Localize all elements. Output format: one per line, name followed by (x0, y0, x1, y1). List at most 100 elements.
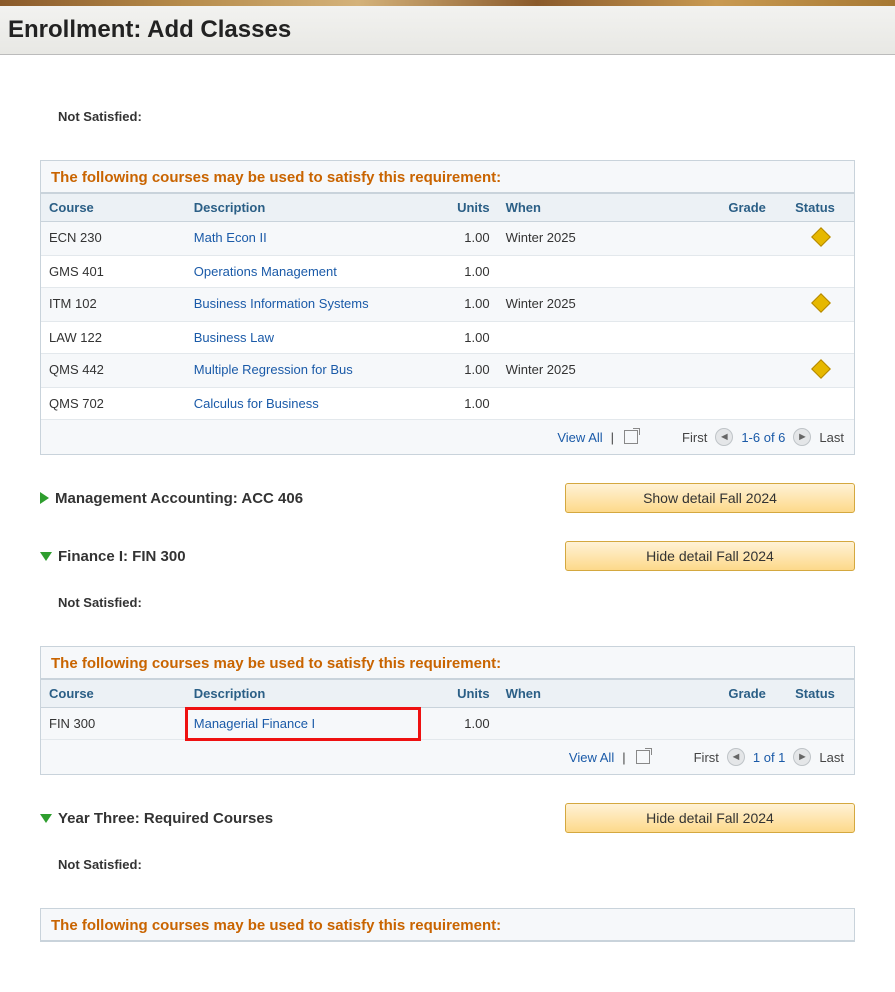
col-description: Description (186, 194, 420, 222)
course-description-link[interactable]: Managerial Finance I (194, 716, 315, 731)
pager-range: 1-6 of 6 (741, 430, 785, 445)
course-grade (720, 708, 787, 740)
course-description-link[interactable]: Multiple Regression for Bus (194, 362, 353, 377)
table-row: ECN 230Math Econ II1.00Winter 2025 (41, 222, 854, 256)
course-description-link[interactable]: Calculus for Business (194, 396, 319, 411)
toggle-detail-button[interactable]: Hide detail Fall 2024 (565, 803, 855, 833)
requirement-panel-header: The following courses may be used to sat… (41, 909, 854, 941)
col-units: Units (420, 680, 498, 708)
pager-next-icon[interactable]: ► (793, 748, 811, 766)
col-course: Course (41, 194, 186, 222)
course-grade (720, 288, 787, 322)
table-row: LAW 122 Business Law 1.00 (41, 322, 854, 354)
course-status (787, 222, 854, 256)
course-status (787, 708, 854, 740)
table-row: QMS 702 Calculus for Business 1.00 (41, 388, 854, 420)
requirement-panel: The following courses may be used to sat… (40, 908, 855, 942)
view-all-link[interactable]: View All (569, 750, 614, 765)
course-units: 1.00 (420, 708, 498, 740)
course-description-link[interactable]: Business Law (194, 330, 274, 345)
section-toggle-row: Finance I: FIN 300 Hide detail Fall 2024 (40, 541, 855, 571)
course-code: GMS 401 (41, 256, 186, 288)
pager-last[interactable]: Last (819, 430, 844, 445)
section-label[interactable]: Management Accounting: ACC 406 (55, 490, 303, 507)
pager-bar: View All | First◄1-6 of 6►Last (41, 420, 854, 454)
course-grade (720, 322, 787, 354)
chevron-down-icon[interactable] (40, 814, 52, 823)
table-row: GMS 401 Operations Management 1.00 (41, 256, 854, 288)
course-table: CourseDescriptionUnitsWhenGradeStatus ECN… (41, 193, 854, 420)
requirement-panel-header: The following courses may be used to sat… (41, 161, 854, 193)
pager-last[interactable]: Last (819, 750, 844, 765)
chevron-right-icon[interactable] (40, 492, 49, 504)
pager-range: 1 of 1 (753, 750, 786, 765)
section-toggle-row: Management Accounting: ACC 406 Show detai… (40, 483, 855, 513)
course-when: Winter 2025 (498, 222, 721, 256)
col-when: When (498, 194, 721, 222)
course-status (787, 288, 854, 322)
course-units: 1.00 (420, 388, 498, 420)
view-all-link[interactable]: View All (557, 430, 602, 445)
course-grade (720, 222, 787, 256)
table-row: ITM 102Business Information Systems1.00W… (41, 288, 854, 322)
col-status: Status (787, 194, 854, 222)
course-when (498, 388, 721, 420)
course-units: 1.00 (420, 354, 498, 388)
section-label[interactable]: Year Three: Required Courses (58, 810, 273, 827)
section-toggle-row: Year Three: Required Courses Hide detail … (40, 803, 855, 833)
course-grade (720, 388, 787, 420)
status-in-progress-icon (811, 293, 831, 313)
pager-next-icon[interactable]: ► (793, 428, 811, 446)
not-satisfied-label: Not Satisfied: (58, 857, 855, 872)
table-row: FIN 300Managerial Finance I1.00 (41, 708, 854, 740)
status-in-progress-icon (811, 227, 831, 247)
requirement-panel: The following courses may be used to sat… (40, 160, 855, 455)
table-row: QMS 442 Multiple Regression for Bus 1.00Wi… (41, 354, 854, 388)
popout-icon[interactable] (624, 430, 638, 444)
course-code: QMS 702 (41, 388, 186, 420)
pager-bar: View All | First◄1 of 1►Last (41, 740, 854, 774)
course-description-link[interactable]: Math Econ II (194, 230, 267, 245)
page-header: Enrollment: Add Classes (0, 6, 895, 55)
pager-first[interactable]: First (694, 750, 719, 765)
course-description-link[interactable]: Business Information Systems (194, 296, 369, 311)
course-code: ECN 230 (41, 222, 186, 256)
course-when (498, 708, 721, 740)
course-code: ITM 102 (41, 288, 186, 322)
course-code: LAW 122 (41, 322, 186, 354)
pager-first[interactable]: First (682, 430, 707, 445)
col-grade: Grade (720, 680, 787, 708)
popout-icon[interactable] (636, 750, 650, 764)
pager-prev-icon[interactable]: ◄ (715, 428, 733, 446)
toggle-detail-button[interactable]: Show detail Fall 2024 (565, 483, 855, 513)
col-status: Status (787, 680, 854, 708)
not-satisfied-label: Not Satisfied: (58, 595, 855, 610)
chevron-down-icon[interactable] (40, 552, 52, 561)
col-when: When (498, 680, 721, 708)
course-units: 1.00 (420, 256, 498, 288)
section-label[interactable]: Finance I: FIN 300 (58, 548, 186, 565)
page-title: Enrollment: Add Classes (8, 16, 887, 44)
course-grade (720, 354, 787, 388)
requirement-panel-header: The following courses may be used to sat… (41, 647, 854, 679)
course-when (498, 322, 721, 354)
course-status (787, 256, 854, 288)
col-grade: Grade (720, 194, 787, 222)
not-satisfied-label: Not Satisfied: (58, 109, 855, 124)
course-code: QMS 442 (41, 354, 186, 388)
requirement-panel: The following courses may be used to sat… (40, 646, 855, 775)
col-course: Course (41, 680, 186, 708)
status-in-progress-icon (811, 359, 831, 379)
course-when (498, 256, 721, 288)
toggle-detail-button[interactable]: Hide detail Fall 2024 (565, 541, 855, 571)
course-when: Winter 2025 (498, 354, 721, 388)
col-units: Units (420, 194, 498, 222)
course-units: 1.00 (420, 322, 498, 354)
course-when: Winter 2025 (498, 288, 721, 322)
course-table: CourseDescriptionUnitsWhenGradeStatusFIN… (41, 679, 854, 740)
course-description-link[interactable]: Operations Management (194, 264, 337, 279)
course-grade (720, 256, 787, 288)
course-status (787, 322, 854, 354)
col-description: Description (186, 680, 420, 708)
pager-prev-icon[interactable]: ◄ (727, 748, 745, 766)
